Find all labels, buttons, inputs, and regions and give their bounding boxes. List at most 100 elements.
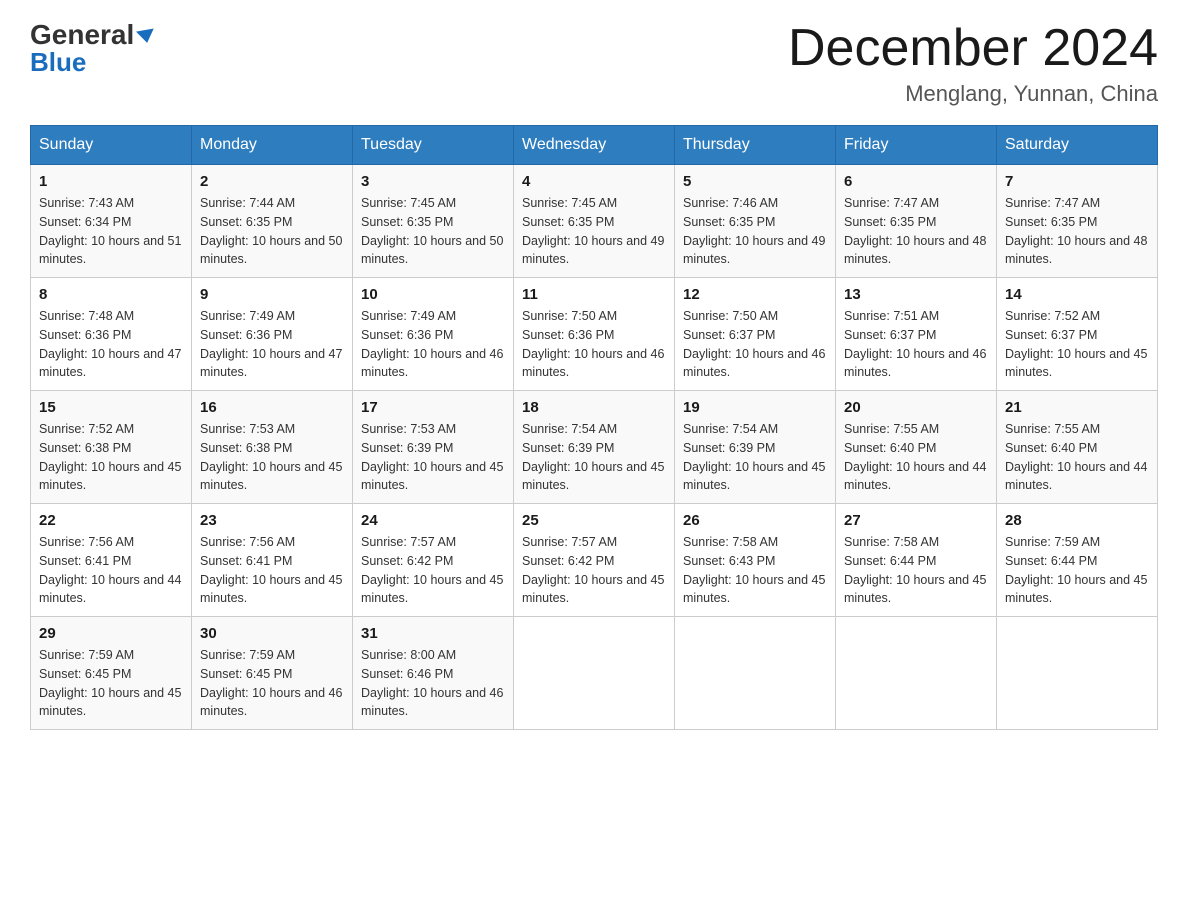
logo-arrow-icon [136,29,156,45]
table-row: 8 Sunrise: 7:48 AMSunset: 6:36 PMDaylight… [31,278,192,391]
day-number: 13 [844,286,988,303]
table-row: 5Sunrise: 7:46 AMSunset: 6:35 PMDaylight… [675,165,836,278]
day-info: Sunrise: 7:57 AMSunset: 6:42 PMDaylight:… [361,533,505,608]
day-number: 22 [39,512,183,529]
location-title: Menglang, Yunnan, China [788,81,1158,107]
day-info: Sunrise: 7:57 AMSunset: 6:42 PMDaylight:… [522,533,666,608]
table-row: 30 Sunrise: 7:59 AMSunset: 6:45 PMDayligh… [192,617,353,730]
calendar-week-row: 8 Sunrise: 7:48 AMSunset: 6:36 PMDaylight… [31,278,1158,391]
month-title: December 2024 [788,20,1158,77]
table-row: 10 Sunrise: 7:49 AMSunset: 6:36 PMDayligh… [353,278,514,391]
table-row: 14Sunrise: 7:52 AMSunset: 6:37 PMDayligh… [997,278,1158,391]
table-row: 11Sunrise: 7:50 AMSunset: 6:36 PMDayligh… [514,278,675,391]
day-number: 26 [683,512,827,529]
day-number: 17 [361,399,505,416]
table-row: 22 Sunrise: 7:56 AMSunset: 6:41 PMDayligh… [31,504,192,617]
col-friday: Friday [836,126,997,165]
table-row: 24 Sunrise: 7:57 AMSunset: 6:42 PMDayligh… [353,504,514,617]
table-row: 13 Sunrise: 7:51 AMSunset: 6:37 PMDayligh… [836,278,997,391]
day-info: Sunrise: 7:45 AMSunset: 6:35 PMDaylight:… [522,194,666,269]
table-row: 9 Sunrise: 7:49 AMSunset: 6:36 PMDaylight… [192,278,353,391]
col-sunday: Sunday [31,126,192,165]
table-row: 21 Sunrise: 7:55 AMSunset: 6:40 PMDayligh… [997,391,1158,504]
day-info: Sunrise: 7:59 AMSunset: 6:45 PMDaylight:… [200,646,344,721]
day-info: Sunrise: 7:59 AMSunset: 6:44 PMDaylight:… [1005,533,1149,608]
col-monday: Monday [192,126,353,165]
day-number: 2 [200,173,344,190]
table-row: 1 Sunrise: 7:43 AMSunset: 6:34 PMDaylight… [31,165,192,278]
day-info: Sunrise: 7:58 AMSunset: 6:43 PMDaylight:… [683,533,827,608]
table-row: 6Sunrise: 7:47 AMSunset: 6:35 PMDaylight… [836,165,997,278]
day-info: Sunrise: 7:56 AMSunset: 6:41 PMDaylight:… [39,533,183,608]
day-number: 20 [844,399,988,416]
day-number: 1 [39,173,183,190]
table-row [836,617,997,730]
day-number: 29 [39,625,183,642]
day-number: 19 [683,399,827,416]
day-info: Sunrise: 7:45 AMSunset: 6:35 PMDaylight:… [361,194,505,269]
day-info: Sunrise: 8:00 AMSunset: 6:46 PMDaylight:… [361,646,505,721]
day-info: Sunrise: 7:49 AMSunset: 6:36 PMDaylight:… [200,307,344,382]
table-row: 29 Sunrise: 7:59 AMSunset: 6:45 PMDayligh… [31,617,192,730]
day-number: 23 [200,512,344,529]
day-info: Sunrise: 7:43 AMSunset: 6:34 PMDaylight:… [39,194,183,269]
day-number: 25 [522,512,666,529]
day-number: 15 [39,399,183,416]
table-row: 18 Sunrise: 7:54 AMSunset: 6:39 PMDayligh… [514,391,675,504]
logo-general: General [30,19,134,50]
calendar-week-row: 29 Sunrise: 7:59 AMSunset: 6:45 PMDayligh… [31,617,1158,730]
day-number: 7 [1005,173,1149,190]
calendar-week-row: 1 Sunrise: 7:43 AMSunset: 6:34 PMDaylight… [31,165,1158,278]
calendar-header-row: Sunday Monday Tuesday Wednesday Thursday… [31,126,1158,165]
table-row: 31 Sunrise: 8:00 AMSunset: 6:46 PMDayligh… [353,617,514,730]
day-info: Sunrise: 7:54 AMSunset: 6:39 PMDaylight:… [683,420,827,495]
day-info: Sunrise: 7:48 AMSunset: 6:36 PMDaylight:… [39,307,183,382]
col-wednesday: Wednesday [514,126,675,165]
table-row: 26 Sunrise: 7:58 AMSunset: 6:43 PMDayligh… [675,504,836,617]
logo-blue: Blue [30,47,86,78]
table-row [514,617,675,730]
day-number: 24 [361,512,505,529]
col-thursday: Thursday [675,126,836,165]
table-row: 3 Sunrise: 7:45 AMSunset: 6:35 PMDaylight… [353,165,514,278]
day-info: Sunrise: 7:50 AMSunset: 6:37 PMDaylight:… [683,307,827,382]
day-number: 3 [361,173,505,190]
day-number: 18 [522,399,666,416]
day-number: 10 [361,286,505,303]
table-row [675,617,836,730]
title-section: December 2024 Menglang, Yunnan, China [788,20,1158,107]
day-number: 11 [522,286,666,303]
day-number: 6 [844,173,988,190]
day-number: 4 [522,173,666,190]
table-row: 4 Sunrise: 7:45 AMSunset: 6:35 PMDaylight… [514,165,675,278]
day-number: 16 [200,399,344,416]
day-number: 8 [39,286,183,303]
table-row: 19 Sunrise: 7:54 AMSunset: 6:39 PMDayligh… [675,391,836,504]
day-info: Sunrise: 7:54 AMSunset: 6:39 PMDaylight:… [522,420,666,495]
day-number: 31 [361,625,505,642]
day-info: Sunrise: 7:59 AMSunset: 6:45 PMDaylight:… [39,646,183,721]
day-info: Sunrise: 7:49 AMSunset: 6:36 PMDaylight:… [361,307,505,382]
table-row: 12 Sunrise: 7:50 AMSunset: 6:37 PMDayligh… [675,278,836,391]
day-number: 30 [200,625,344,642]
day-number: 21 [1005,399,1149,416]
day-info: Sunrise: 7:44 AMSunset: 6:35 PMDaylight:… [200,194,344,269]
table-row: 20 Sunrise: 7:55 AMSunset: 6:40 PMDayligh… [836,391,997,504]
day-info: Sunrise: 7:53 AMSunset: 6:38 PMDaylight:… [200,420,344,495]
day-number: 12 [683,286,827,303]
day-info: Sunrise: 7:55 AMSunset: 6:40 PMDaylight:… [844,420,988,495]
table-row: 25 Sunrise: 7:57 AMSunset: 6:42 PMDayligh… [514,504,675,617]
day-info: Sunrise: 7:53 AMSunset: 6:39 PMDaylight:… [361,420,505,495]
day-info: Sunrise: 7:51 AMSunset: 6:37 PMDaylight:… [844,307,988,382]
day-number: 5 [683,173,827,190]
calendar-table: Sunday Monday Tuesday Wednesday Thursday… [30,125,1158,730]
col-tuesday: Tuesday [353,126,514,165]
day-info: Sunrise: 7:55 AMSunset: 6:40 PMDaylight:… [1005,420,1149,495]
day-number: 28 [1005,512,1149,529]
day-info: Sunrise: 7:52 AMSunset: 6:38 PMDaylight:… [39,420,183,495]
day-number: 9 [200,286,344,303]
day-number: 27 [844,512,988,529]
day-info: Sunrise: 7:52 AMSunset: 6:37 PMDaylight:… [1005,307,1149,382]
table-row: 28 Sunrise: 7:59 AMSunset: 6:44 PMDayligh… [997,504,1158,617]
table-row: 17 Sunrise: 7:53 AMSunset: 6:39 PMDayligh… [353,391,514,504]
